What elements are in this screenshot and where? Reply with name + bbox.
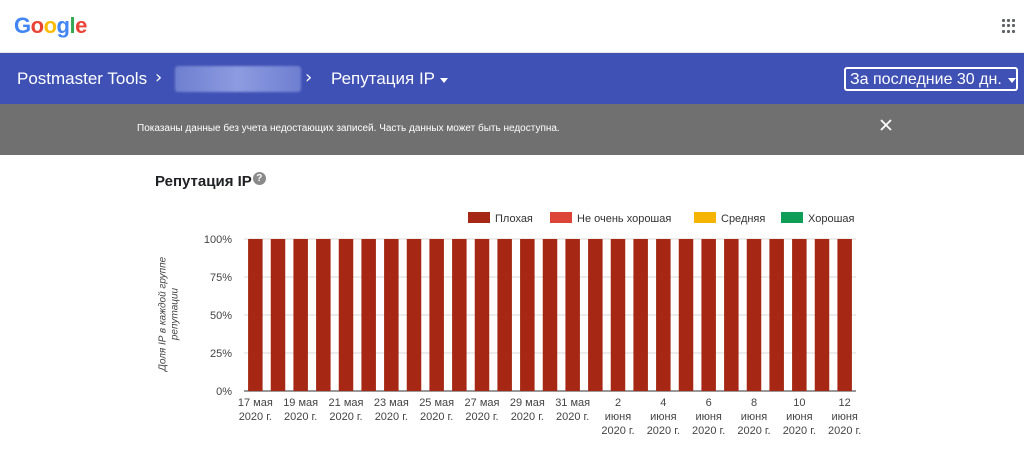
chart-bar [792,239,807,391]
x-tick-label: 19 мая 2020 г. [283,397,318,423]
chart-bar [520,239,535,391]
chart-bar [384,239,399,391]
reputation-menu-label: Репутация IP [331,69,436,88]
dropdown-caret-icon [1007,78,1016,83]
x-tick-label: 23 мая 2020 г. [374,397,409,423]
x-tick-label: 17 мая 2020 г. [238,397,273,423]
logo-letter: o [30,13,44,38]
chart-bar [633,239,648,391]
x-tick-label: 2 июня 2020 г. [601,397,634,437]
chart-bar [656,239,671,391]
close-icon[interactable] [879,118,893,132]
legend-swatch [468,212,490,223]
chart-bar [248,239,263,391]
chart-bar [701,239,716,391]
x-tick-label: 29 мая 2020 г. [510,397,545,423]
chart-bar [565,239,580,391]
legend-swatch [694,212,716,223]
y-tick-label: 75% [210,272,232,284]
notice-banner: Показаны данные без учета недостающих за… [0,104,1024,155]
chart-bar [746,239,762,391]
legend-label: Хорошая [808,213,855,225]
logo-letter: G [14,13,31,38]
notice-text: Показаны данные без учета недостающих за… [137,123,560,134]
chart-bar [293,239,308,391]
chart-bar [361,239,376,391]
x-tick-label: 6 июня 2020 г. [692,397,725,437]
chart-bar [542,239,558,391]
help-icon[interactable]: ? [252,172,266,185]
app-title[interactable]: Postmaster Tools [17,69,147,89]
app-navbar: Postmaster Tools › › Репутация IP За пос… [0,53,1024,104]
legend-swatch [781,212,803,223]
chart-bar [270,239,286,391]
chart-bar [452,239,467,391]
x-tick-label: 27 мая 2020 г. [465,397,500,423]
apps-grid-icon[interactable] [1002,19,1016,33]
x-tick-label: 31 мая 2020 г. [555,397,590,423]
period-select[interactable]: За последние 30 дн. [844,67,1018,91]
chart-bar [588,239,603,391]
legend-label: Средняя [721,213,765,225]
chart-bar [316,239,331,391]
legend-label: Плохая [495,213,533,225]
breadcrumb-chevron-icon: › [155,67,163,88]
breadcrumb-chevron-icon: › [305,67,313,88]
legend-swatch [550,212,572,223]
logo-letter: e [75,13,87,38]
x-tick-label: 8 июня 2020 г. [737,397,770,437]
chart-bar [474,239,490,391]
chart-bar [724,239,739,391]
chart-bar [406,239,422,391]
x-tick-label: 12 июня 2020 г. [828,397,861,437]
logo-letter: o [43,13,57,38]
x-tick-label: 25 мая 2020 г. [419,397,454,423]
section-title-text: Репутация IP [155,173,252,190]
chart-bar [497,239,512,391]
legend-label: Не очень хорошая [577,213,671,225]
x-tick-label: 21 мая 2020 г. [329,397,364,423]
y-tick-label: 50% [210,310,232,322]
period-select-label: За последние 30 дн. [850,70,1002,88]
chart-bar [678,239,694,391]
chart-bar [610,239,626,391]
top-bar: Google [0,0,1024,53]
reputation-chart: 0% 25% 50% 75% 100% 17 мая 2020 г. 19 мая 2020 г… [204,212,861,437]
chart-bar [837,239,852,391]
y-tick-label: 25% [210,348,232,360]
chart-bar [429,239,444,391]
chart-bar [338,239,354,391]
chart-bar [814,239,830,391]
chart-bar [769,239,784,391]
x-tick-label: 4 июня 2020 г. [647,397,680,437]
section-title: Репутация IP ? [155,172,266,190]
domain-selector[interactable] [175,66,301,92]
y-tick-label: 0% [216,386,232,398]
x-tick-label: 10 июня 2020 г. [783,397,816,437]
logo-letter: g [56,13,70,38]
reputation-menu[interactable]: Репутация IP [331,69,449,89]
google-logo[interactable]: Google [14,13,87,39]
y-tick-label: 100% [204,234,232,246]
dropdown-caret-icon [440,77,449,83]
